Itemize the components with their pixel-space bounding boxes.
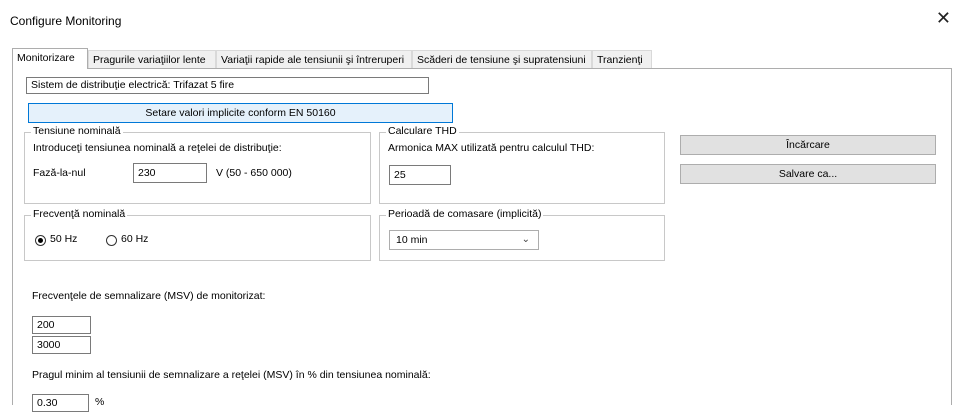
msv-frequencies-label: Frecvenţele de semnalizare (MSV) de moni…: [32, 290, 266, 302]
thd-max-harmonic-input[interactable]: 25: [389, 165, 451, 185]
aggregation-period-select[interactable]: 10 min ⌄: [389, 230, 539, 250]
phase-to-neutral-label: Fază-la-nul: [33, 167, 86, 179]
radio-icon[interactable]: [106, 235, 117, 246]
frequency-50hz-label[interactable]: 50 Hz: [50, 233, 77, 245]
thd-legend: Calculare THD: [386, 125, 459, 137]
nominal-frequency-group: Frecvenţă nominală 50 Hz 60 Hz: [24, 208, 371, 261]
nominal-voltage-legend: Tensiune nominală: [31, 125, 123, 137]
window-title: Configure Monitoring: [10, 14, 122, 28]
nominal-voltage-prompt: Introduceţi tensiunea nominală a reţelei…: [33, 142, 282, 154]
aggregation-period-legend: Perioadă de comasare (implicită): [386, 208, 544, 220]
msv-threshold-unit: %: [95, 396, 105, 408]
nominal-frequency-legend: Frecvenţă nominală: [31, 208, 128, 220]
aggregation-period-group: Perioadă de comasare (implicită) 10 min …: [379, 208, 665, 261]
frequency-60hz-label[interactable]: 60 Hz: [121, 233, 148, 245]
msv-frequency-2-input[interactable]: 3000: [32, 336, 91, 354]
set-defaults-button[interactable]: Setare valori implicite conform EN 50160: [28, 103, 453, 123]
nominal-voltage-unit: V (50 - 650 000): [216, 167, 292, 179]
close-icon[interactable]: ✕: [936, 9, 951, 27]
msv-frequency-1-input[interactable]: 200: [32, 316, 91, 334]
nominal-voltage-input[interactable]: 230: [133, 163, 207, 183]
tab-dips-swells[interactable]: Scăderi de tensiune şi supratensiuni: [412, 50, 592, 68]
msv-threshold-label: Pragul minim al tensiunii de semnalizare…: [32, 369, 431, 381]
tab-monitorizare[interactable]: Monitorizare: [12, 48, 88, 69]
thd-group: Calculare THD Armonica MAX utilizată pen…: [379, 125, 665, 204]
monitoring-panel: Sistem de distribuţie electrică: Trifaza…: [12, 68, 952, 412]
save-as-button[interactable]: Salvare ca...: [680, 164, 936, 184]
chevron-down-icon: ⌄: [521, 234, 530, 245]
radio-icon[interactable]: [35, 235, 46, 246]
distribution-system-field: Sistem de distribuţie electrică: Trifaza…: [26, 77, 429, 94]
title-bar: Configure Monitoring ✕: [0, 0, 965, 42]
aggregation-period-value: 10 min: [396, 234, 428, 246]
tab-slow-variation-thresholds[interactable]: Pragurile variaţiilor lente: [88, 50, 216, 68]
msv-threshold-input[interactable]: 0.30: [32, 394, 89, 412]
nominal-voltage-group: Tensiune nominală Introduceţi tensiunea …: [24, 125, 371, 204]
thd-prompt: Armonica MAX utilizată pentru calculul T…: [388, 142, 595, 154]
tab-transients[interactable]: Tranzienţi: [592, 50, 652, 68]
load-button[interactable]: Încărcare: [680, 135, 936, 155]
tab-bar: Monitorizare Pragurile variaţiilor lente…: [12, 48, 952, 69]
tab-rapid-voltage-changes[interactable]: Variaţii rapide ale tensiunii şi întreru…: [216, 50, 412, 68]
